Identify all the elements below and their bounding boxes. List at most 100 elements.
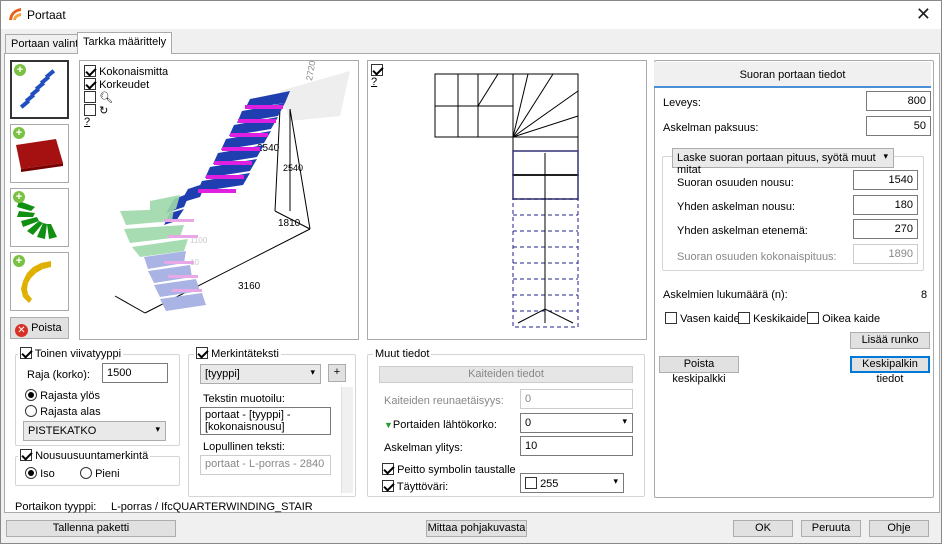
lisaa-runko-button[interactable]: Lisää runko [850,332,930,349]
keskipalkin-tiedot-button[interactable]: Keskipalkin tiedot [850,356,930,385]
delete-icon: ✕ [15,324,28,337]
chevron-down-icon: ▾ [155,424,160,434]
color-dropdown[interactable]: 255 ▾ [520,473,624,493]
thumb-winder[interactable]: + [10,188,69,247]
dim-3160: 3160 [238,281,261,292]
pieni-radio[interactable] [80,467,92,479]
nousu-marker-title-text: Nousuusuuntamerkintä [35,450,149,462]
nousu-marker-checkbox[interactable] [20,449,32,461]
askel-nousu-label: Yhden askelman nousu: [677,201,796,213]
oikea-kaide-option[interactable]: Oikea kaide [807,312,880,325]
lopullinen-label: Lopullinen teksti: [203,441,285,453]
stair-plan-view[interactable]: ? [367,60,647,340]
alas-option[interactable]: Rajasta alas [25,405,101,418]
triangle-down-icon: ▼ [384,420,393,430]
stair-plan-drawing [434,73,579,328]
chevron-down-icon: ▾ [613,476,618,486]
marking-field-dropdown[interactable]: [tyyppi] ▾ [200,364,321,384]
line-type-checkbox[interactable] [20,347,32,359]
dialog-window: Portaat ✕ Portaan valinta Tarkka määritt… [0,0,942,544]
ohje-button[interactable]: Ohje [869,520,929,537]
lahto-dropdown[interactable]: 0 ▾ [520,413,633,433]
oikea-kaide-checkbox[interactable] [807,312,819,324]
tayttovari-checkbox[interactable] [382,480,394,492]
thumb-spiral[interactable]: + [10,252,69,311]
marking-scrollbar[interactable] [341,387,353,493]
raja-input[interactable] [102,363,168,383]
peitto-checkbox[interactable] [382,463,394,475]
chevron-down-icon: ▾ [883,151,888,161]
oikea-kaide-label: Oikea kaide [822,313,881,325]
line-type-title: Toinen viivatyyppi [18,347,124,360]
nousu-input[interactable] [853,170,918,190]
reuna-input [520,389,633,409]
peitto-label: Peitto symbolin taustalle [397,464,516,476]
alas-radio[interactable] [25,405,37,417]
askel-nousu-input[interactable] [853,195,918,215]
marking-checkbox[interactable] [196,347,208,359]
color-swatch [525,477,537,489]
ylos-option[interactable]: Rajasta ylös [25,389,100,402]
keskikaide-option[interactable]: Keskikaide [738,312,806,325]
line-style-value: PISTEKATKO [28,425,97,437]
line-style-dropdown[interactable]: PISTEKATKO ▾ [23,421,166,441]
tread-blue-group [164,91,290,225]
add-icon[interactable]: + [13,255,25,267]
thumb-landing[interactable]: + [10,124,69,183]
etenema-label: Yhden askelman etenemä: [677,225,808,237]
kokpituus-label: Suoran osuuden kokonaispituus: [677,251,837,263]
iso-label: Iso [40,468,55,480]
stair-3d-drawing: 2720 2540 2540 1810 3160 1100 10 [114,61,350,314]
peitto-option[interactable]: Peitto symbolin taustalle [382,463,516,476]
straight-stair-header: Suoran portaan tiedot [654,62,931,88]
tayttovari-option[interactable]: Täyttöväri: [382,480,448,493]
dim-2540-b: 2540 [283,163,303,173]
raja-label: Raja (korko): [27,369,90,381]
ok-button[interactable]: OK [733,520,793,537]
close-icon[interactable]: ✕ [916,3,931,25]
chevron-down-icon: ▾ [622,416,627,426]
dim-1810: 1810 [278,218,301,229]
leveys-label: Leveys: [663,97,701,109]
kokpituus-input [853,244,918,264]
leveys-input[interactable] [866,91,931,111]
lahto-value: 0 [525,417,532,429]
keskikaide-label: Keskikaide [753,313,807,325]
add-icon[interactable]: + [13,127,25,139]
pieni-option[interactable]: Pieni [80,467,120,480]
add-icon[interactable]: + [14,64,26,76]
tallenna-paketti-button[interactable]: Tallenna paketti [6,520,176,537]
line-type-title-text: Toinen viivatyyppi [34,348,122,360]
thumb-straight-stair[interactable]: + [10,60,69,119]
iso-radio[interactable] [25,467,37,479]
poista-keskipalkki-button[interactable]: Poista keskipalkki [659,356,739,385]
dim-2720: 2720 [304,61,317,81]
ylitys-input[interactable] [520,436,633,456]
add-field-button[interactable]: + [328,364,346,382]
add-icon[interactable]: + [13,191,25,203]
paksuus-input[interactable] [866,116,931,136]
lukumaara-value: 8 [921,289,928,301]
ylos-radio[interactable] [25,389,37,401]
color-value: 255 [540,478,559,490]
muotoilu-input[interactable]: portaat - [tyyppi] - [kokonaisnousu] [200,407,331,435]
tab-tarkka-maarittely[interactable]: Tarkka määrittely [77,32,173,54]
iso-option[interactable]: Iso [25,467,55,480]
vasen-kaide-option[interactable]: Vasen kaide [665,312,740,325]
mittaa-pohjakuvasta-button[interactable]: Mittaa pohjakuvasta [426,520,527,537]
nousu-marker-title: Nousuusuuntamerkintä [18,449,151,462]
marking-field-value: [tyyppi] [205,368,240,380]
stair-3d-view[interactable]: Kokonaismitta Korkeudet 🔍︎ ↻ ? 2720 2540… [79,60,359,340]
lahto-label: ▼Portaiden lähtökorko: [384,419,497,431]
peruuta-button[interactable]: Peruuta [801,520,861,537]
calc-mode-dropdown[interactable]: Laske suoran portaan pituus, syötä muut … [672,148,894,176]
vasen-kaide-checkbox[interactable] [665,312,677,324]
muut-title: Muut tiedot [373,348,432,360]
etenema-input[interactable] [853,219,918,239]
kaiteiden-tiedot-button: Kaiteiden tiedot [379,366,633,383]
delete-button[interactable]: ✕ Poista [10,317,69,339]
reuna-label: Kaiteiden reunaetäisyys: [384,395,504,407]
keskikaide-checkbox[interactable] [738,312,750,324]
lahto-label-text: Portaiden lähtökorko: [392,419,497,431]
marking-title-text: Merkintäteksti [211,348,279,360]
